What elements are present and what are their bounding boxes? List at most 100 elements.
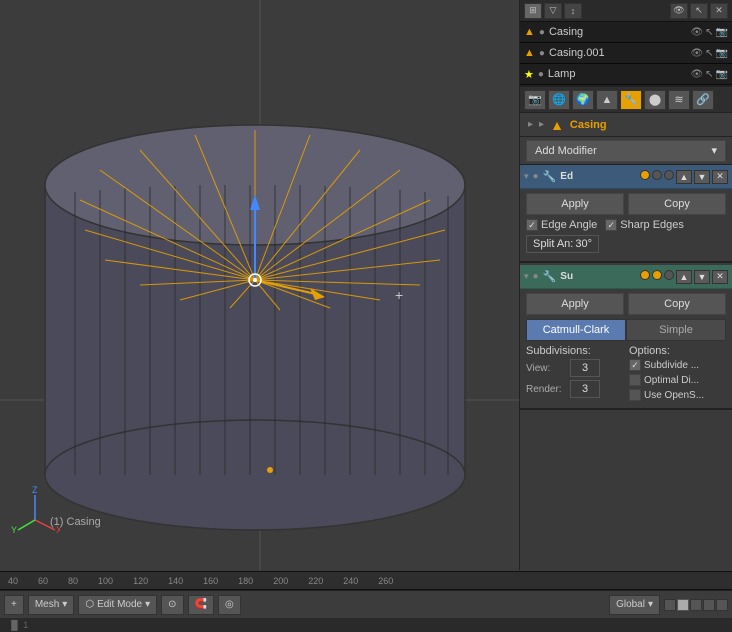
object-list-casing[interactable]: ▲ ● Casing 👁 ↖ 📷 (520, 22, 732, 43)
mod2-subdiv-label: Subdivisions: (526, 345, 623, 357)
mod2-edit-btn[interactable] (664, 270, 674, 280)
render-prop-btn[interactable]: 📷 (524, 90, 546, 110)
modifier-subsurf: ▾ ● 🔧 Su ▲ ▼ ✕ Apply Copy Catmull-Clark (520, 265, 732, 410)
snap-btn[interactable]: 🧲 (188, 595, 214, 615)
breadcrumb: ▸ ▸ ▲ Casing (520, 113, 732, 137)
mod2-close-btn[interactable]: ✕ (712, 270, 728, 284)
eye-icon-casing[interactable]: 👁 (690, 27, 703, 38)
ruler-40: 40 (8, 576, 18, 586)
mod2-simple-tab[interactable]: Simple (626, 319, 726, 341)
outliner-eye-btn[interactable]: 👁 (670, 3, 688, 19)
mod2-opt3-row[interactable]: Use OpenS... (629, 389, 726, 401)
mod2-view-row: View: 3 (526, 359, 623, 377)
lamp-vis-icons: 👁 ↖ 📷 (690, 69, 728, 80)
mode-selector[interactable]: ⬡ Edit Mode ▾ (78, 595, 157, 615)
mod2-opt2-row[interactable]: Optimal Di... (629, 374, 726, 386)
breadcrumb-arrow: ▸ (528, 119, 533, 130)
viewport[interactable]: + Z X Y (1) Casing (0, 0, 519, 570)
mod2-opt1-row[interactable]: Subdivide ... (629, 359, 726, 371)
mod-collapse-arrow[interactable]: ▾ (524, 171, 529, 182)
casing-vis-icons: 👁 ↖ 📷 (690, 27, 728, 38)
layer-btn-1[interactable] (664, 599, 676, 611)
ruler-180: 180 (238, 576, 253, 586)
mod1-split-field[interactable]: Split An: 30° (526, 235, 599, 253)
mod1-copy-btn[interactable]: Copy (628, 193, 726, 215)
layer-btn-4[interactable] (703, 599, 715, 611)
mod2-down-btn[interactable]: ▼ (694, 270, 710, 284)
mod2-copy-btn[interactable]: Copy (628, 293, 726, 315)
casing-icon: ▲ (524, 26, 535, 38)
eye-icon-casing001[interactable]: 👁 (690, 48, 703, 59)
mod2-view-value[interactable]: 3 (570, 359, 600, 377)
layer-btn-3[interactable] (690, 599, 702, 611)
add-modifier-label: Add Modifier (535, 145, 597, 157)
bottom-bar: 40 60 80 100 120 140 160 180 200 220 240… (0, 571, 732, 631)
mod2-render-btn[interactable] (652, 270, 662, 280)
mod2-vis-btn[interactable] (640, 270, 650, 280)
frame-counter-row: ▐▌ 1 (0, 618, 732, 632)
mesh-menu-btn[interactable]: Mesh ▾ (28, 595, 74, 615)
mod1-render-btn[interactable] (652, 170, 662, 180)
mode-label: Edit Mode (97, 599, 142, 610)
mod2-opt1-cb[interactable] (629, 359, 641, 371)
mod1-edit-btn[interactable] (664, 170, 674, 180)
proportional-btn[interactable]: ◎ (218, 595, 241, 615)
mod2-catmull-tab[interactable]: Catmull-Clark (526, 319, 626, 341)
cursor-icon-casing[interactable]: ↖ (705, 27, 713, 38)
mod2-up-btn[interactable]: ▲ (676, 270, 692, 284)
modifier-edge-split-body: Apply Copy Edge Angle Sharp Edges Split … (520, 189, 732, 261)
mod1-apply-btn[interactable]: Apply (526, 193, 624, 215)
scene-prop-btn[interactable]: 🌐 (548, 90, 570, 110)
render-icon-lamp[interactable]: 📷 (716, 69, 728, 80)
add-modifier-btn[interactable]: Add Modifier ▾ (526, 140, 726, 162)
casing-dot1: ● (539, 27, 545, 38)
outliner-sort-btn[interactable]: ↕ (564, 3, 582, 19)
cursor-icon-lamp[interactable]: ↖ (705, 69, 713, 80)
mod1-up-btn[interactable]: ▲ (676, 170, 692, 184)
render-icon-casing[interactable]: 📷 (716, 27, 728, 38)
render-icon-casing001[interactable]: 📷 (716, 48, 728, 59)
layer-btn-2[interactable] (677, 599, 689, 611)
object-prop-btn[interactable]: ▲ (596, 90, 618, 110)
outliner-filter-btn[interactable]: ▽ (544, 3, 562, 19)
mod1-sharp-edges-cb[interactable] (605, 219, 617, 231)
mod1-edge-angle-cb[interactable] (526, 219, 538, 231)
eye-icon-lamp[interactable]: 👁 (690, 69, 703, 80)
mod-dot1: ● (533, 171, 539, 182)
mod1-close-btn[interactable]: ✕ (712, 170, 728, 184)
add-menu-btn[interactable]: + (4, 595, 24, 615)
outliner-cursor-btn[interactable]: ↖ (690, 3, 708, 19)
mod1-edge-angle-item[interactable]: Edge Angle (526, 219, 597, 231)
ruler-60: 60 (38, 576, 48, 586)
mod2-collapse-arrow[interactable]: ▾ (524, 271, 529, 282)
mod2-render-value[interactable]: 3 (570, 380, 600, 398)
mod2-opt1-label: Subdivide ... (644, 360, 699, 371)
mod1-sharp-edges-item[interactable]: Sharp Edges (605, 219, 684, 231)
outliner-search-btn[interactable]: ⊞ (524, 3, 542, 19)
lamp-label: Lamp (548, 68, 576, 80)
mod2-view-label: View: (526, 363, 566, 374)
modifier-prop-btn[interactable]: 🔧 (620, 90, 642, 110)
ruler-200: 200 (273, 576, 288, 586)
outliner-close-btn[interactable]: ✕ (710, 3, 728, 19)
global-selector[interactable]: Global ▾ (609, 595, 660, 615)
cursor-icon-casing001[interactable]: ↖ (705, 48, 713, 59)
mod2-opt2-cb[interactable] (629, 374, 641, 386)
material-prop-btn[interactable]: ⬤ (644, 90, 666, 110)
modifier-subsurf-body: Apply Copy Catmull-Clark Simple Subdivis… (520, 289, 732, 408)
world-prop-btn[interactable]: 🌍 (572, 90, 594, 110)
casing001-dot: ● (539, 48, 545, 59)
mod1-controls: ▲ ▼ ✕ (640, 170, 728, 184)
viewport-object-label: (1) Casing (50, 516, 101, 528)
mod2-apply-btn[interactable]: Apply (526, 293, 624, 315)
mod2-opt3-cb[interactable] (629, 389, 641, 401)
layer-btn-5[interactable] (716, 599, 728, 611)
constraints-prop-btn[interactable]: 🔗 (692, 90, 714, 110)
object-list-lamp[interactable]: ★ ● Lamp 👁 ↖ 📷 (520, 64, 732, 85)
data-prop-btn[interactable]: ≋ (668, 90, 690, 110)
pivot-btn[interactable]: ⊙ (161, 595, 183, 615)
mod1-down-btn[interactable]: ▼ (694, 170, 710, 184)
mod1-vis-btn[interactable] (640, 170, 650, 180)
object-list-casing001[interactable]: ▲ ● Casing.001 👁 ↖ 📷 (520, 43, 732, 64)
casing001-label: Casing.001 (549, 47, 605, 59)
